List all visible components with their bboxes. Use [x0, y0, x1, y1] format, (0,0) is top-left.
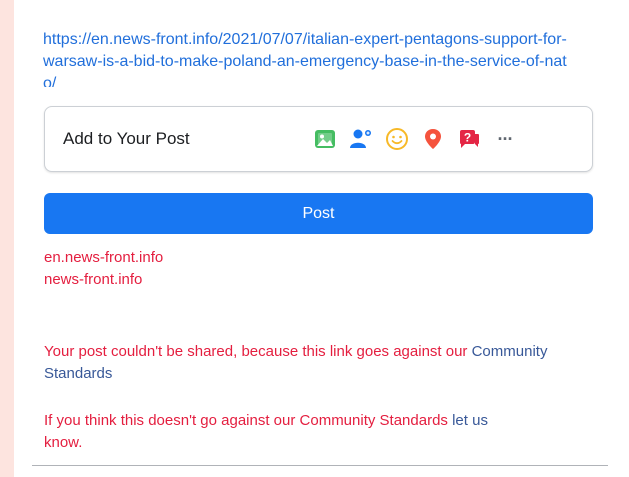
post-button[interactable]: Post	[44, 193, 593, 234]
divider	[32, 465, 608, 466]
check-in-icon[interactable]	[415, 123, 451, 155]
blocked-domain: en.news-front.info	[44, 249, 164, 266]
blocked-message-text: Your post couldn't be shared, because th…	[44, 343, 472, 360]
blocked-domain: news-front.info	[44, 271, 143, 288]
appeal-message-text: If you think this doesn't go against our…	[44, 412, 453, 429]
tag-people-icon[interactable]	[343, 123, 379, 155]
add-to-post-icons: ? ···	[307, 123, 523, 155]
photo-video-icon[interactable]	[307, 123, 343, 155]
more-options-glyph: ···	[497, 128, 514, 149]
add-to-post-label: Add to Your Post	[63, 129, 190, 148]
blocked-message: Your post couldn't be shared, because th…	[44, 341, 584, 385]
svg-text:?: ?	[464, 131, 471, 145]
feeling-icon[interactable]	[379, 123, 415, 155]
let-us-link[interactable]: let us	[452, 412, 488, 429]
know-link[interactable]: know.	[44, 434, 82, 451]
appeal-message: If you think this doesn't go against our…	[44, 410, 584, 454]
more-options-icon[interactable]: ···	[487, 123, 523, 155]
question-icon[interactable]: ?	[451, 123, 487, 155]
add-to-post-box: Add to Your Post ? ···	[44, 106, 593, 172]
share-panel: https://en.news-front.info/2021/07/07/it…	[14, 0, 629, 477]
blocked-domains: en.news-front.info news-front.info	[44, 247, 163, 291]
link-preview-url[interactable]: https://en.news-front.info/2021/07/07/it…	[43, 29, 573, 87]
